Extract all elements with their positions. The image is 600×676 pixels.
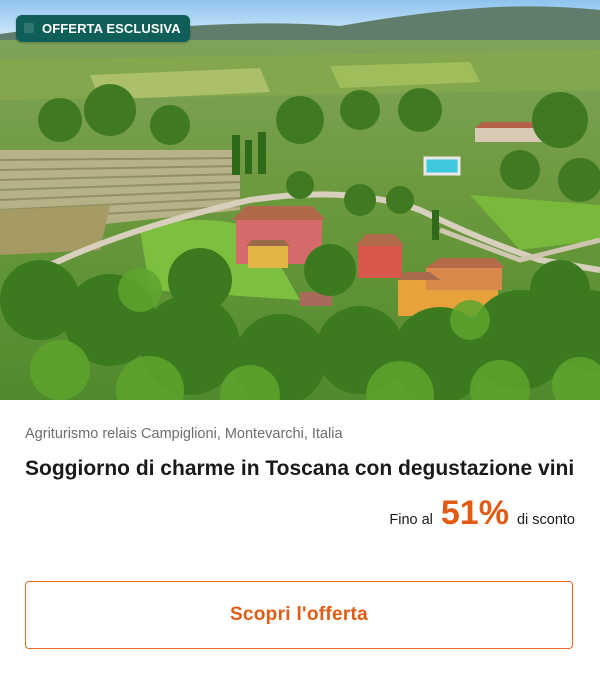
discount-info: Fino al 51% di sconto — [25, 496, 575, 530]
discount-prefix: Fino al — [389, 512, 433, 528]
discover-offer-button[interactable]: Scopri l'offerta — [25, 581, 573, 649]
exclusive-offer-badge: OFFERTA ESCLUSIVA — [16, 15, 190, 42]
hero-image[interactable]: OFFERTA ESCLUSIVA — [0, 0, 600, 400]
offer-title[interactable]: Soggiorno di charme in Toscana con degus… — [25, 456, 575, 482]
offer-location: Agriturismo relais Campiglioni, Montevar… — [25, 426, 343, 442]
offer-card[interactable]: OFFERTA ESCLUSIVA Agriturismo relais Cam… — [0, 0, 600, 676]
discount-percentage: 51% — [440, 494, 509, 532]
discount-suffix: di sconto — [516, 512, 575, 528]
hero-aerial-illustration — [0, 0, 600, 400]
